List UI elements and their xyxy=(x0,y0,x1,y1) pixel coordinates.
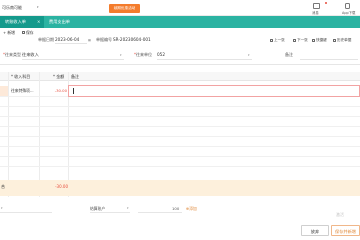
remark-label: 备注 xyxy=(285,52,293,57)
history-button[interactable]: 历史单据 xyxy=(337,38,351,43)
chevron-down-icon[interactable]: ▾ xyxy=(37,5,39,9)
chevron-down-icon[interactable]: ▾ xyxy=(1,206,3,210)
trial-promo-button[interactable]: 续期优惠活动 xyxy=(109,4,140,13)
new-button[interactable]: + 新增 xyxy=(3,30,15,36)
unit-select[interactable]: 052 xyxy=(157,52,165,57)
remark-underline xyxy=(300,59,358,60)
message-label[interactable]: 消息 xyxy=(312,10,319,15)
company-selector[interactable]: 可乐南可能 xyxy=(2,5,22,11)
next-icon[interactable] xyxy=(293,38,296,42)
top-bar xyxy=(0,0,360,16)
message-icon[interactable] xyxy=(313,3,320,9)
header-amount: * 金额 xyxy=(53,74,65,79)
grid-row-line xyxy=(0,116,360,117)
grid-row-line xyxy=(0,136,360,137)
table-cell-note-editor[interactable] xyxy=(68,85,360,97)
total-label: 合 xyxy=(1,184,5,189)
shortcut-button[interactable]: 快捷键 xyxy=(316,38,327,43)
next-button[interactable]: 下一张 xyxy=(297,38,308,43)
grid-row-line xyxy=(0,126,360,127)
type-label: *往来类型 xyxy=(3,52,21,57)
grid-row-line xyxy=(0,106,360,107)
save-and-new-button[interactable]: 保存并新增 xyxy=(331,225,360,236)
save-button[interactable]: 保存 xyxy=(26,30,34,36)
date-field[interactable]: 2023-06-04 xyxy=(55,37,79,42)
total-amount: -30.00 xyxy=(55,184,68,189)
grid-row-line xyxy=(0,166,360,167)
app-download-label[interactable]: App下载 xyxy=(342,10,355,15)
tab-label: 费用支出单 xyxy=(49,19,70,24)
prev-icon[interactable] xyxy=(270,38,273,42)
app-download-icon[interactable] xyxy=(345,3,350,9)
row-selector[interactable] xyxy=(0,86,8,96)
type-underline xyxy=(22,59,124,60)
chevron-down-icon[interactable]: ▾ xyxy=(127,206,129,210)
text-cursor xyxy=(73,88,74,94)
calendar-icon[interactable]: ▦ xyxy=(88,38,91,42)
amount-underline xyxy=(138,212,182,213)
settlement-amount[interactable]: 100 xyxy=(172,206,179,211)
header-account: * 收入科目 xyxy=(11,74,31,79)
date-underline xyxy=(55,43,87,44)
unit-label: *往来单位 xyxy=(134,52,152,57)
history-icon[interactable] xyxy=(333,38,336,42)
table-cell-account[interactable]: 往来特殊项... xyxy=(9,86,39,96)
activation-watermark: 激活 xyxy=(336,212,344,217)
grid-row-line xyxy=(0,156,360,157)
type-select[interactable]: 往来收入 xyxy=(22,52,39,58)
header-note: 备注 xyxy=(71,74,79,79)
settlement-underline xyxy=(90,212,130,213)
close-icon[interactable]: × xyxy=(37,16,40,28)
number-field[interactable]: SR-20230604-001 xyxy=(113,37,151,42)
footer-underline xyxy=(0,212,52,213)
tab-label: 转账收入单 xyxy=(5,19,26,24)
unit-underline xyxy=(157,59,252,60)
save-icon[interactable] xyxy=(22,30,25,34)
shortcut-icon[interactable] xyxy=(312,38,315,42)
tab-expense[interactable]: 费用支出单 xyxy=(44,16,88,28)
grid-row-line xyxy=(0,146,360,147)
date-label: 单据日期 xyxy=(38,37,54,42)
detail-grid xyxy=(0,64,360,197)
notification-dot xyxy=(325,2,327,4)
prev-button[interactable]: 上一张 xyxy=(274,38,285,43)
chevron-down-icon[interactable]: ▾ xyxy=(120,53,122,57)
add-settlement-link[interactable]: ⊕添加 xyxy=(186,206,197,212)
chevron-down-icon[interactable]: ▾ xyxy=(248,53,250,57)
number-label: 单据编号 xyxy=(96,37,112,42)
table-cell-amount[interactable]: -30.00 xyxy=(40,86,68,96)
discard-button[interactable]: 放弃 xyxy=(301,225,329,236)
